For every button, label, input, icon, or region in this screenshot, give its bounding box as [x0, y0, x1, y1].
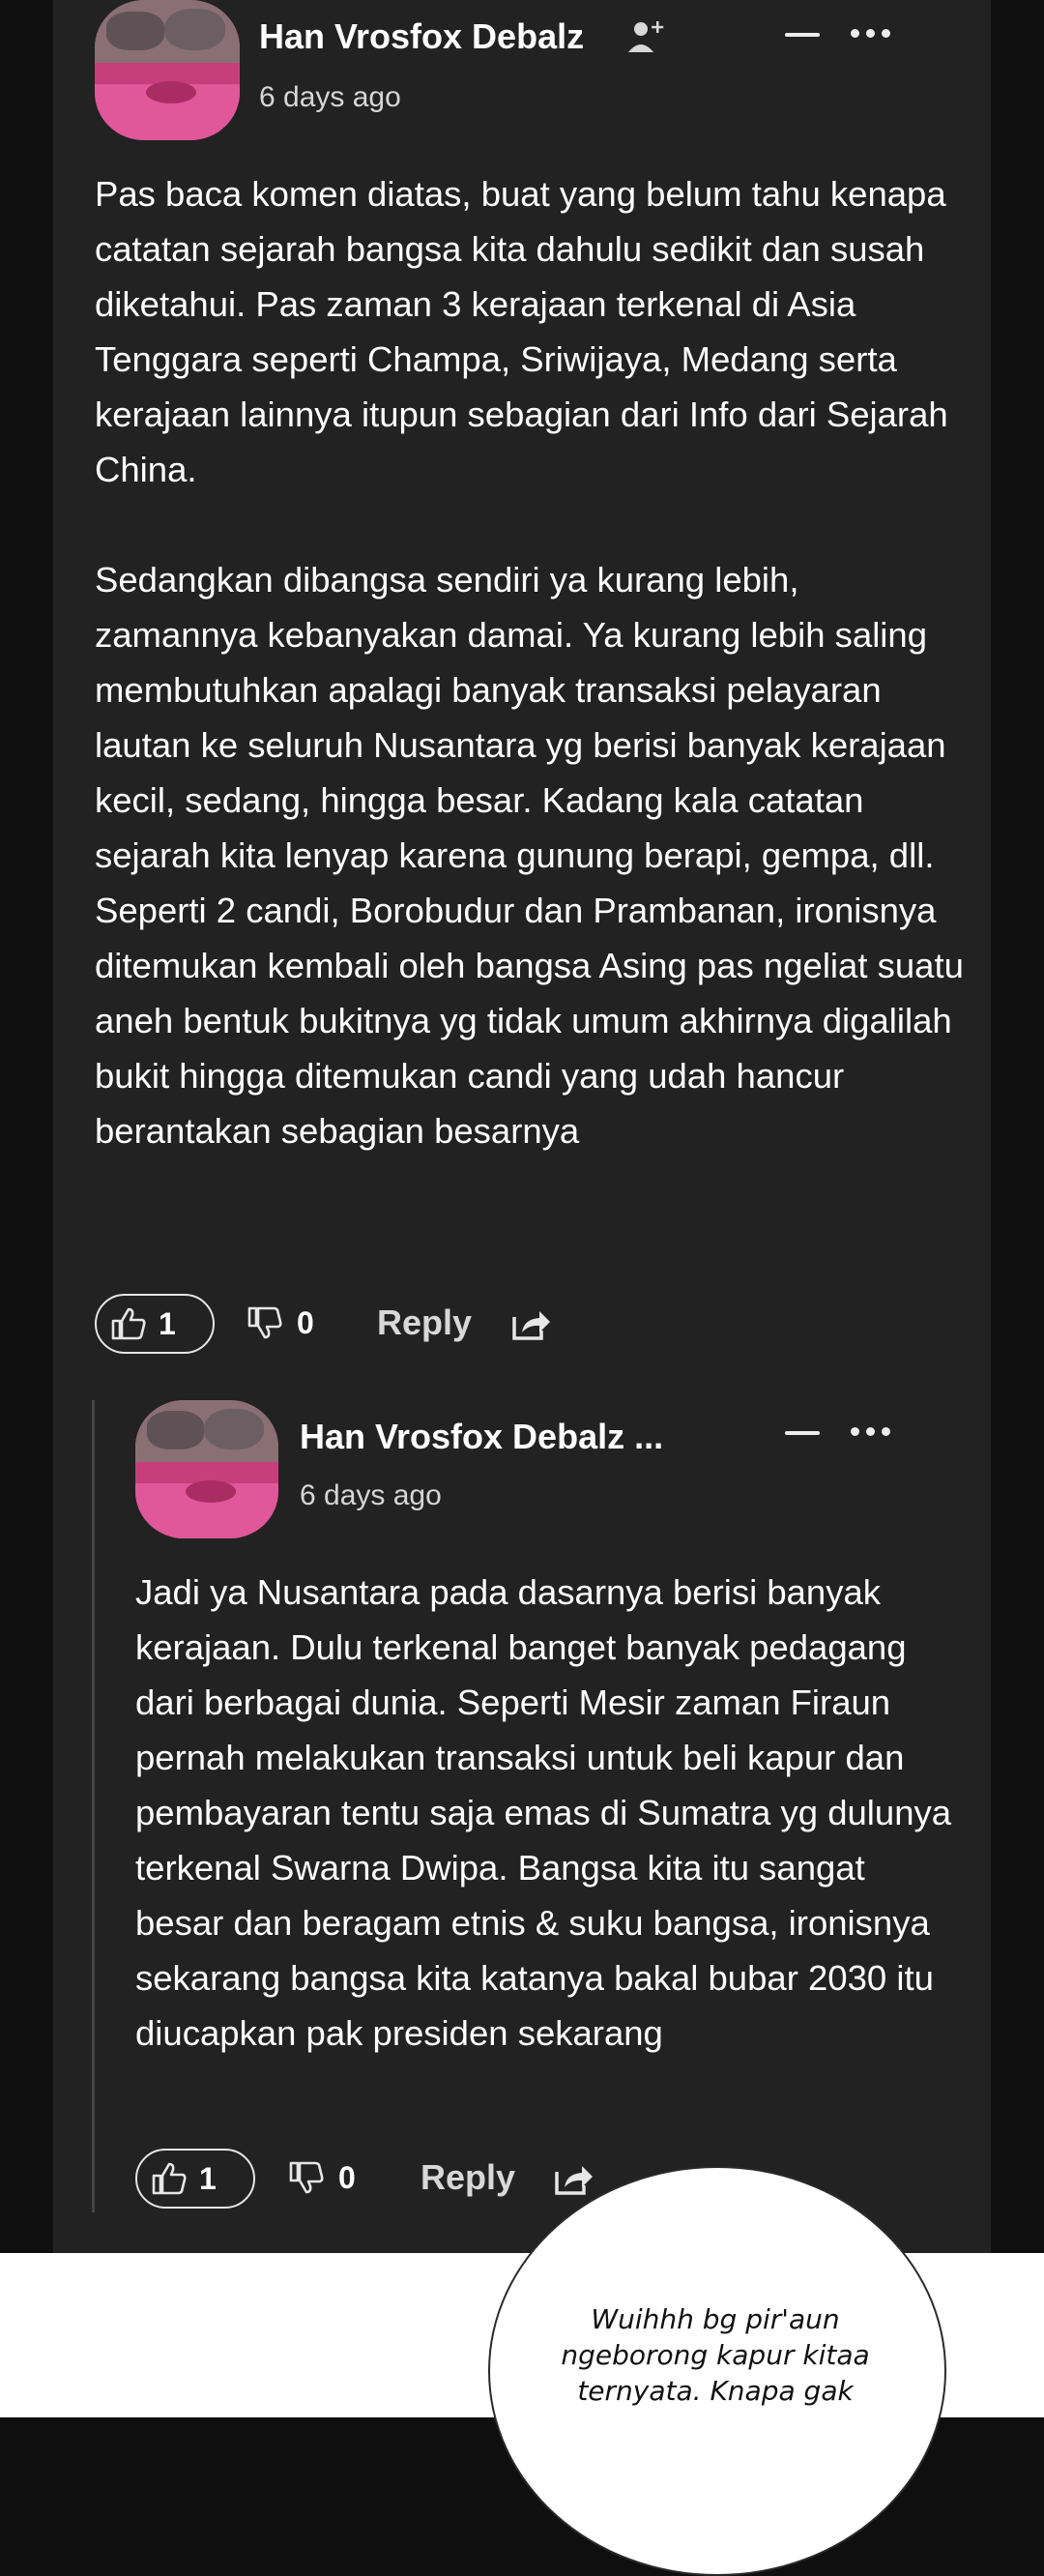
reply-button[interactable]: Reply	[420, 2158, 515, 2197]
like-count: 1	[199, 2161, 217, 2196]
comment-paragraph: Pas baca komen diatas, buat yang belum t…	[95, 174, 948, 489]
speech-line: Wuihhh bg pir'aun	[591, 2303, 840, 2335]
share-icon[interactable]	[553, 2160, 595, 2202]
like-button[interactable]: 1	[135, 2149, 255, 2209]
avatar[interactable]	[95, 0, 240, 140]
thumbs-up-icon	[152, 2162, 187, 2195]
dislike-count: 0	[297, 1305, 314, 1340]
minus-icon[interactable]	[785, 33, 820, 37]
comment-paragraph: Sedangkan dibangsa sendiri ya kurang leb…	[95, 560, 964, 1151]
speech-line: ternyata. Knapa gak	[577, 2375, 854, 2407]
comment-author[interactable]: Han Vrosfox Debalz	[259, 17, 584, 56]
more-options-icon[interactable]	[851, 1427, 890, 1436]
more-options-icon[interactable]	[851, 29, 890, 38]
reply-time: 6 days ago	[300, 1479, 442, 1511]
speech-bubble-text: Wuihhh bg pir'aun ngeborong kapur kitaa …	[503, 2301, 928, 2409]
dislike-button[interactable]: 0	[246, 1305, 314, 1340]
share-icon[interactable]	[510, 1305, 553, 1347]
comment-body: Pas baca komen diatas, buat yang belum t…	[95, 166, 965, 1158]
thumbs-down-icon	[247, 1306, 282, 1339]
dislike-count: 0	[338, 2160, 356, 2195]
dislike-button[interactable]: 0	[288, 2160, 356, 2195]
speech-line: ngeborong kapur kitaa	[561, 2339, 870, 2371]
reply-button[interactable]: Reply	[377, 1303, 472, 1342]
reply-author[interactable]: Han Vrosfox Debalz ...	[300, 1418, 663, 1456]
like-button[interactable]: 1	[95, 1294, 215, 1354]
add-friend-icon[interactable]	[624, 15, 670, 63]
reply-paragraph: Jadi ya Nusantara pada dasarnya berisi b…	[135, 1572, 952, 2053]
like-count: 1	[159, 1306, 176, 1341]
comment-time: 6 days ago	[259, 81, 401, 113]
avatar[interactable]	[135, 1400, 278, 1538]
thread-line	[92, 1400, 95, 2212]
thumbs-up-icon	[111, 1307, 146, 1340]
minus-icon[interactable]	[785, 1431, 820, 1435]
thumbs-down-icon	[289, 2161, 324, 2194]
reply-body: Jadi ya Nusantara pada dasarnya berisi b…	[135, 1565, 962, 2061]
